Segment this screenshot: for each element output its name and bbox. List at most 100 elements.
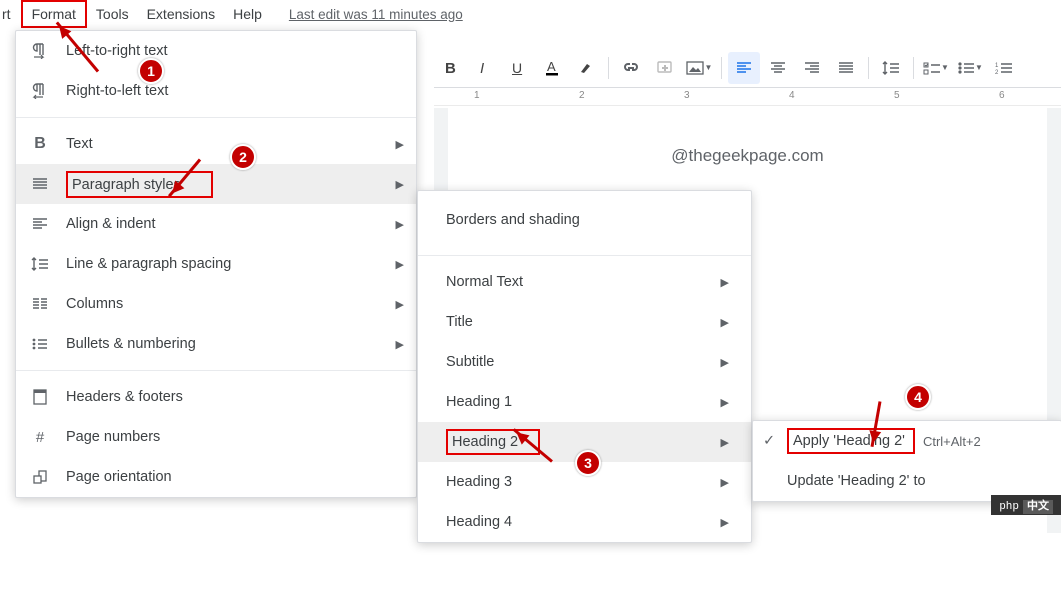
menu-label: Page numbers: [66, 429, 404, 445]
menu-item-ltr[interactable]: Left-to-right text: [16, 31, 416, 71]
menu-item-bullets-numbering[interactable]: Bullets & numbering ▶: [16, 324, 416, 364]
menu-label: Heading 3: [446, 474, 512, 490]
insert-image-button[interactable]: ▼: [683, 52, 715, 84]
menu-label: Normal Text: [446, 274, 523, 290]
menu-item-align-indent[interactable]: Align & indent ▶: [16, 204, 416, 244]
menubar-item-insert[interactable]: rt: [0, 2, 20, 26]
submenu-arrow-icon: ▶: [721, 356, 729, 369]
submenu-item-borders-shading[interactable]: Borders and shading: [418, 191, 751, 249]
align-indent-icon: [28, 217, 52, 231]
last-edit[interactable]: Last edit was 11 minutes ago: [289, 7, 463, 22]
menu-item-headers-footers[interactable]: Headers & footers: [16, 377, 416, 417]
numbered-list-button[interactable]: 12: [988, 52, 1020, 84]
italic-button[interactable]: I: [468, 52, 500, 84]
menubar-item-tools[interactable]: Tools: [87, 2, 138, 26]
submenu-item-heading4[interactable]: Heading 4 ▶: [418, 502, 751, 542]
submenu-arrow-icon: ▶: [721, 436, 729, 449]
submenu-item-title[interactable]: Title ▶: [418, 302, 751, 342]
ruler: 1 2 3 4 5 6: [434, 88, 1061, 106]
menu-item-rtl[interactable]: Right-to-left text: [16, 71, 416, 111]
shortcut: Ctrl+Alt+2: [923, 434, 981, 449]
menu-separator: [16, 370, 416, 371]
menu-item-page-numbers[interactable]: # Page numbers: [16, 417, 416, 457]
menu-label: Borders and shading: [446, 212, 580, 228]
menu-label: Line & paragraph spacing: [66, 256, 396, 272]
align-justify-button[interactable]: [830, 52, 862, 84]
php-badge: php中文: [991, 495, 1061, 515]
separator: [913, 57, 914, 79]
menu-label: Update 'Heading 2' to: [787, 473, 1051, 489]
menu-separator: [16, 117, 416, 118]
rtl-icon: [28, 83, 52, 99]
watermark: @thegeekpage.com: [671, 146, 823, 165]
ruler-mark: 5: [894, 90, 900, 101]
svg-text:A: A: [547, 60, 556, 74]
submenu-arrow-icon: ▶: [721, 476, 729, 489]
submenu-arrow-icon: ▶: [721, 396, 729, 409]
submenu-arrow-icon: ▶: [396, 298, 404, 311]
menu-item-page-orientation[interactable]: Page orientation: [16, 457, 416, 497]
text-color-button[interactable]: A: [536, 52, 568, 84]
menu-label: Right-to-left text: [66, 83, 404, 99]
bullet-list-button[interactable]: ▼: [954, 52, 986, 84]
menu-item-paragraph-styles[interactable]: Paragraph styles ▶: [16, 164, 416, 204]
menu-label: Bullets & numbering: [66, 336, 396, 352]
separator: [868, 57, 869, 79]
bold-icon: B: [28, 135, 52, 153]
submenu-arrow-icon: ▶: [396, 138, 404, 151]
annotation-badge-4: 4: [905, 384, 931, 410]
menu-label: Heading 4: [446, 514, 512, 530]
paragraph-styles-submenu: Borders and shading Normal Text ▶ Title …: [417, 190, 752, 543]
bullets-numbering-icon: [28, 337, 52, 351]
toolbar: B I U A ▼ ▼ ▼ 12: [434, 48, 1061, 88]
line-spacing-icon: [28, 257, 52, 271]
ruler-mark: 3: [684, 90, 690, 101]
menubar-item-help[interactable]: Help: [224, 2, 271, 26]
format-menu: Left-to-right text Right-to-left text B …: [15, 30, 417, 498]
add-comment-button[interactable]: [649, 52, 681, 84]
submenu-arrow-icon: ▶: [396, 258, 404, 271]
menu-label: Headers & footers: [66, 389, 404, 405]
checklist-button[interactable]: ▼: [920, 52, 952, 84]
menu-label: Title: [446, 314, 473, 330]
separator: [721, 57, 722, 79]
line-spacing-button[interactable]: [875, 52, 907, 84]
menu-separator: [418, 255, 751, 256]
svg-text:2: 2: [995, 70, 999, 75]
submenu-item-normal-text[interactable]: Normal Text ▶: [418, 262, 751, 302]
svg-text:I: I: [480, 61, 484, 75]
ruler-mark: 6: [999, 90, 1005, 101]
submenu-item-subtitle[interactable]: Subtitle ▶: [418, 342, 751, 382]
highlight-button[interactable]: [570, 52, 602, 84]
submenu-arrow-icon: ▶: [721, 316, 729, 329]
menu-label: Subtitle: [446, 354, 494, 370]
menu-label: Align & indent: [66, 216, 396, 232]
menubar: rt Format Tools Extensions Help Last edi…: [0, 0, 1061, 28]
submenu-item-heading1[interactable]: Heading 1 ▶: [418, 382, 751, 422]
columns-icon: [28, 297, 52, 311]
submenu-item-apply-heading2[interactable]: ✓ Apply 'Heading 2' Ctrl+Alt+2: [753, 421, 1061, 461]
menu-label: Apply 'Heading 2': [793, 433, 905, 449]
menu-label: Left-to-right text: [66, 43, 404, 59]
submenu-arrow-icon: ▶: [396, 218, 404, 231]
menu-item-columns[interactable]: Columns ▶: [16, 284, 416, 324]
svg-text:B: B: [445, 61, 456, 75]
align-right-button[interactable]: [796, 52, 828, 84]
insert-link-button[interactable]: [615, 52, 647, 84]
checkmark-icon: ✓: [763, 433, 787, 449]
underline-button[interactable]: U: [502, 52, 534, 84]
svg-text:U: U: [512, 61, 522, 75]
ruler-mark: 4: [789, 90, 795, 101]
paragraph-styles-icon: [28, 177, 52, 191]
submenu-arrow-icon: ▶: [396, 338, 404, 351]
align-left-button[interactable]: [728, 52, 760, 84]
menu-item-text[interactable]: B Text ▶: [16, 124, 416, 164]
menubar-item-extensions[interactable]: Extensions: [138, 2, 224, 26]
ruler-mark: 2: [579, 90, 585, 101]
separator: [608, 57, 609, 79]
menu-item-line-spacing[interactable]: Line & paragraph spacing ▶: [16, 244, 416, 284]
bold-button[interactable]: B: [434, 52, 466, 84]
align-center-button[interactable]: [762, 52, 794, 84]
annotation-badge-1: 1: [138, 58, 164, 84]
page-orientation-icon: [28, 469, 52, 485]
